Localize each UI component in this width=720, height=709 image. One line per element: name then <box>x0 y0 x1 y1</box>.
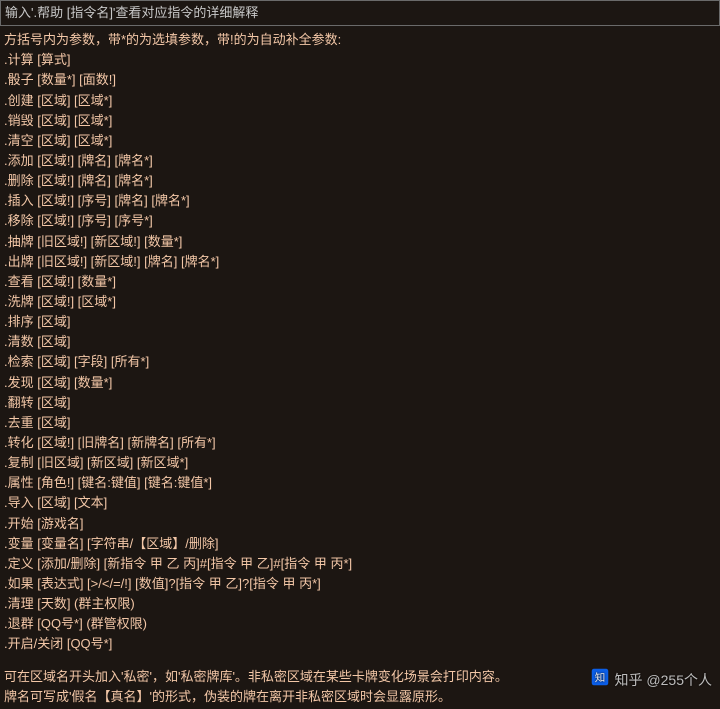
command-line: .开始 [游戏名] <box>4 514 714 534</box>
command-line: .属性 [角色!] [键名:键值] [键名:键值*] <box>4 473 714 493</box>
watermark: 知 知乎 @255个人 <box>591 668 712 693</box>
command-line: .移除 [区域!] [序号] [序号*] <box>4 211 714 231</box>
command-line: .洗牌 [区域!] [区域*] <box>4 292 714 312</box>
intro-line: 方括号内为参数，带*的为选填参数，带!的为自动补全参数: <box>4 30 714 50</box>
command-line: .插入 [区域!] [序号] [牌名] [牌名*] <box>4 191 714 211</box>
command-line: .清数 [区域] <box>4 332 714 352</box>
command-line: .查看 [区域!] [数量*] <box>4 272 714 292</box>
command-line: .销毁 [区域] [区域*] <box>4 111 714 131</box>
watermark-text: 知乎 @255个人 <box>615 670 712 692</box>
command-line: .转化 [区域!] [旧牌名] [新牌名] [所有*] <box>4 433 714 453</box>
command-line: .如果 [表达式] [>/</=/!] [数值]?[指令 甲 乙]?[指令 甲 … <box>4 574 714 594</box>
command-line: .清理 [天数] (群主权限) <box>4 594 714 614</box>
command-line: .清空 [区域] [区域*] <box>4 131 714 151</box>
command-line: .计算 [算式] <box>4 50 714 70</box>
command-line: .添加 [区域!] [牌名] [牌名*] <box>4 151 714 171</box>
command-list: .计算 [算式].骰子 [数量*] [面数!].创建 [区域] [区域*].销毁… <box>4 50 714 654</box>
command-line: .复制 [旧区域] [新区域] [新区域*] <box>4 453 714 473</box>
content-panel: 方括号内为参数，带*的为选填参数，带!的为自动补全参数: .计算 [算式].骰子… <box>0 26 720 709</box>
command-line: .出牌 [旧区域!] [新区域!] [牌名] [牌名*] <box>4 252 714 272</box>
svg-text:知: 知 <box>594 671 605 684</box>
header-bar: 输入'.帮助 [指令名]'查看对应指令的详细解释 <box>0 0 720 26</box>
command-line: .骰子 [数量*] [面数!] <box>4 70 714 90</box>
command-line: .开启/关闭 [QQ号*] <box>4 634 714 654</box>
command-line: .创建 [区域] [区域*] <box>4 91 714 111</box>
header-text: 输入'.帮助 [指令名]'查看对应指令的详细解释 <box>5 5 258 20</box>
command-line: .退群 [QQ号*] (群管权限) <box>4 614 714 634</box>
command-line: .排序 [区域] <box>4 312 714 332</box>
command-line: .检索 [区域] [字段] [所有*] <box>4 352 714 372</box>
command-line: .去重 [区域] <box>4 413 714 433</box>
command-line: .删除 [区域!] [牌名] [牌名*] <box>4 171 714 191</box>
zhihu-icon: 知 <box>591 668 609 693</box>
command-line: .导入 [区域] [文本] <box>4 493 714 513</box>
command-line: .变量 [变量名] [字符串/【区域】/删除] <box>4 534 714 554</box>
command-line: .定义 [添加/删除] [新指令 甲 乙 丙]#[指令 甲 乙]#[指令 甲 丙… <box>4 554 714 574</box>
command-line: .发现 [区域] [数量*] <box>4 373 714 393</box>
command-line: .翻转 [区域] <box>4 393 714 413</box>
command-line: .抽牌 [旧区域!] [新区域!] [数量*] <box>4 232 714 252</box>
